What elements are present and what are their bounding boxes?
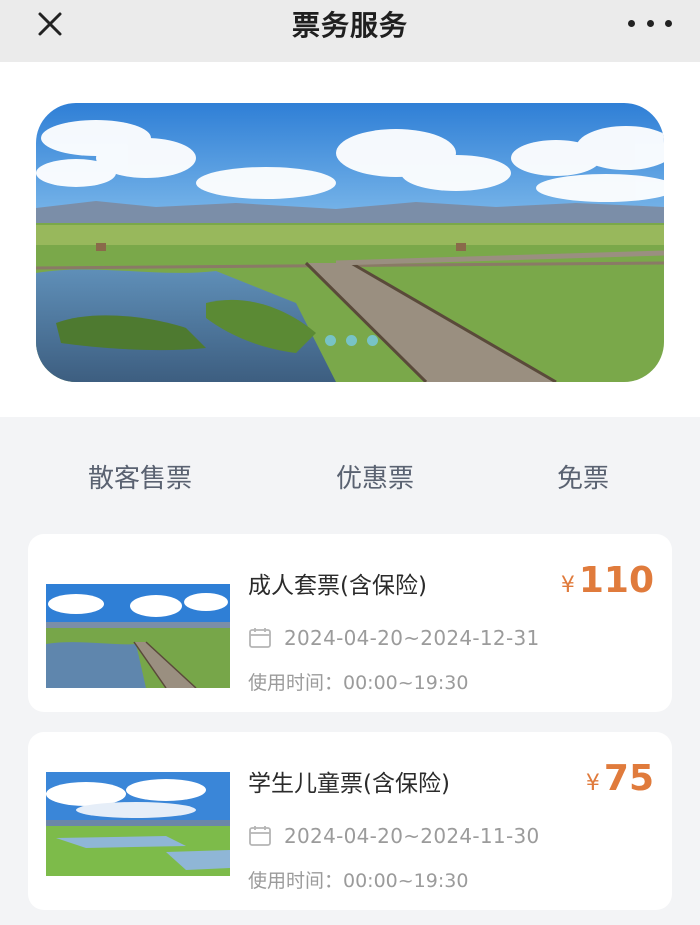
ticket-use-time: 使用时间：00:00~19:30 [248,870,469,892]
banner-image[interactable] [36,103,664,382]
price-value: 110 [578,560,654,601]
carousel-dot[interactable] [325,335,336,346]
ticket-price: ¥ 110 [561,560,654,601]
currency-symbol: ¥ [585,771,600,796]
ticket-thumbnail [46,584,230,688]
top-bar: 票务服务 [0,0,700,62]
more-dots-icon[interactable] [628,8,672,38]
tab-discount[interactable]: 优惠票 [336,458,414,495]
ticket-thumbnail [46,772,230,876]
calendar-icon [248,824,272,848]
ticket-name: 成人套票(含保险) [248,573,427,599]
tab-free[interactable]: 免票 [557,458,609,495]
ticket-name: 学生儿童票(含保险) [248,771,450,797]
carousel-dot[interactable] [346,335,357,346]
tab-individual[interactable]: 散客售票 [88,458,192,495]
carousel-indicators[interactable] [325,335,378,346]
currency-symbol: ¥ [560,573,575,598]
banner-section [0,62,700,417]
ticket-date-range: 2024-04-20~2024-11-30 [284,824,540,848]
ticket-tabs: 散客售票 优惠票 免票 [0,436,700,514]
ticket-card[interactable]: 学生儿童票(含保险) ¥ 75 2024-04-20~2024-11-30 使用… [28,732,672,910]
ticket-date-range: 2024-04-20~2024-12-31 [284,626,540,650]
carousel-dot[interactable] [367,335,378,346]
calendar-icon [248,626,272,650]
price-value: 75 [603,758,654,799]
page-title: 票务服务 [291,9,408,42]
ticket-price: ¥ 75 [586,758,654,799]
ticket-use-time: 使用时间：00:00~19:30 [248,672,469,694]
ticket-card[interactable]: 成人套票(含保险) ¥ 110 2024-04-20~2024-12-31 使用… [28,534,672,712]
